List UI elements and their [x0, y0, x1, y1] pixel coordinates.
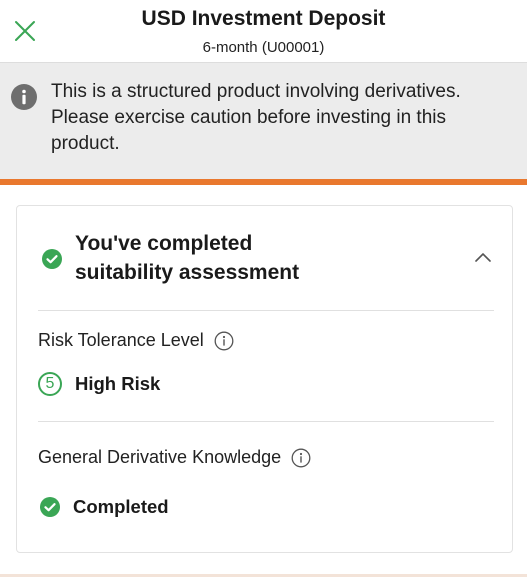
risk-tolerance-label-row: Risk Tolerance Level	[38, 330, 234, 351]
chevron-up-icon[interactable]	[474, 250, 492, 264]
suitability-title-line1: You've completed	[75, 232, 253, 255]
header: USD Investment Deposit 6-month (U00001)	[0, 0, 527, 62]
suitability-card-header[interactable]: You've completed suitability assessment	[17, 206, 512, 310]
page-title: USD Investment Deposit	[141, 7, 386, 30]
risk-level-badge: 5	[38, 372, 62, 396]
divider	[38, 421, 494, 422]
risk-level-row: 5 High Risk	[38, 372, 160, 396]
derivative-knowledge-label-row: General Derivative Knowledge	[38, 447, 311, 468]
page-subtitle: 6-month (U00001)	[202, 39, 325, 56]
close-icon	[15, 21, 35, 41]
derivatives-notice: This is a structured product involving d…	[0, 62, 527, 179]
info-outline-icon[interactable]	[291, 448, 311, 468]
accent-divider	[0, 179, 527, 185]
derivative-knowledge-label: General Derivative Knowledge	[38, 447, 282, 467]
risk-level-text: High Risk	[75, 373, 161, 394]
info-icon	[11, 84, 37, 110]
suitability-title: You've completed suitability assessment	[75, 229, 435, 287]
check-circle-icon	[42, 249, 62, 269]
page: USD Investment Deposit 6-month (U00001) …	[0, 0, 527, 577]
derivative-knowledge-status: Completed	[73, 496, 169, 517]
close-button[interactable]	[8, 14, 42, 48]
check-circle-icon	[40, 497, 60, 517]
notice-text: This is a structured product involving d…	[51, 81, 461, 154]
risk-tolerance-label: Risk Tolerance Level	[38, 330, 204, 350]
divider	[38, 310, 494, 311]
derivative-knowledge-status-row: Completed	[38, 496, 169, 518]
info-outline-icon[interactable]	[214, 331, 234, 351]
suitability-title-line2: suitability assessment	[75, 261, 300, 284]
suitability-card: You've completed suitability assessment …	[16, 205, 513, 553]
